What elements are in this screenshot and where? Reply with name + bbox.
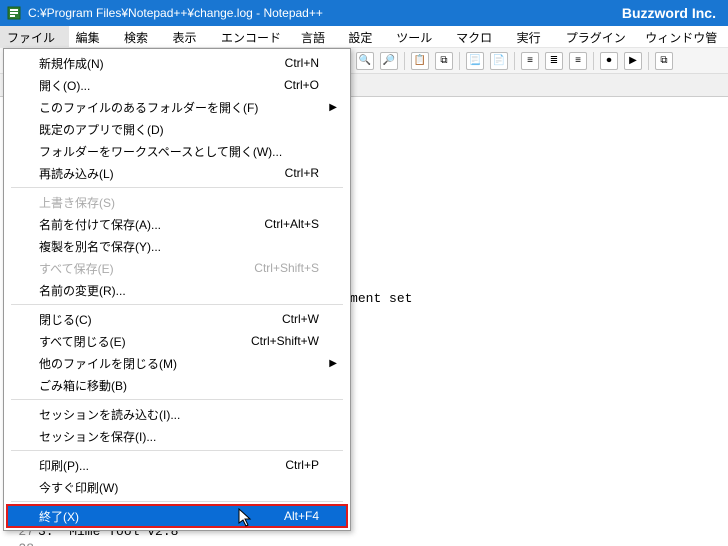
menu-entry[interactable]: セッションを読み込む(I)... <box>7 403 347 425</box>
menu-entry-label: 印刷(P)... <box>39 457 285 474</box>
menu-entry[interactable]: 他のファイルを閉じる(M) ▶ <box>7 352 347 374</box>
menu-entry-label: フォルダーをワークスペースとして開く(W)... <box>39 143 319 160</box>
menu-entry[interactable]: ごみ箱に移動(B) <box>7 374 347 396</box>
menu-entry-label: 開く(O)... <box>39 77 284 94</box>
menu-entry[interactable]: 開く(O)...Ctrl+O <box>7 74 347 96</box>
toolbar-button[interactable]: 🔍 <box>356 52 374 70</box>
chevron-right-icon: ▶ <box>329 102 337 113</box>
menu-entry-shortcut: Ctrl+Shift+S <box>254 261 319 275</box>
toolbar-separator <box>514 52 515 70</box>
menu-entry-label: 名前の変更(R)... <box>39 282 319 299</box>
menu-entry[interactable]: 再読み込み(L)Ctrl+R <box>7 162 347 184</box>
menu-entry-label: セッションを読み込む(I)... <box>39 406 319 423</box>
menu-entry[interactable]: 印刷(P)...Ctrl+P <box>7 454 347 476</box>
toolbar-button[interactable]: ≡ <box>521 52 539 70</box>
menu-entry-shortcut: Alt+F4 <box>284 509 319 523</box>
toolbar-button[interactable]: 🔎 <box>380 52 398 70</box>
menu-entry-shortcut: Ctrl+Shift+W <box>251 334 319 348</box>
menu-separator <box>11 187 343 188</box>
toolbar-separator <box>648 52 649 70</box>
menu-entry-label: 名前を付けて保存(A)... <box>39 216 264 233</box>
toolbar-separator <box>459 52 460 70</box>
menu-bar[interactable]: ファイル(F)編集(E)検索(S)表示(V)エンコード(N)言語(L)設定(T)… <box>0 26 728 48</box>
menu-item[interactable]: ファイル(F) <box>0 26 69 47</box>
menu-item[interactable]: 編集(E) <box>69 26 117 47</box>
menu-entry[interactable]: 今すぐ印刷(W) <box>7 476 347 498</box>
toolbar-button[interactable]: ≡ <box>569 52 587 70</box>
menu-entry-label: セッションを保存(I)... <box>39 428 319 445</box>
menu-entry[interactable]: すべて閉じる(E)Ctrl+Shift+W <box>7 330 347 352</box>
menu-entry-label: 今すぐ印刷(W) <box>39 479 319 496</box>
menu-entry[interactable]: フォルダーをワークスペースとして開く(W)... <box>7 140 347 162</box>
menu-entry[interactable]: 複製を別名で保存(Y)... <box>7 235 347 257</box>
menu-entry[interactable]: セッションを保存(I)... <box>7 425 347 447</box>
menu-entry[interactable]: 終了(X)Alt+F4 <box>7 505 347 527</box>
menu-item[interactable]: 設定(T) <box>341 26 389 47</box>
menu-entry-label: ごみ箱に移動(B) <box>39 377 319 394</box>
menu-entry-label: 新規作成(N) <box>39 55 285 72</box>
toolbar-button[interactable]: 📃 <box>466 52 484 70</box>
menu-item[interactable]: マクロ(M) <box>449 26 510 47</box>
chevron-right-icon: ▶ <box>329 358 337 369</box>
toolbar-button[interactable]: ⏺ <box>600 52 618 70</box>
menu-entry-label: 他のファイルを閉じる(M) <box>39 355 319 372</box>
menu-item[interactable]: プラグイン(P) <box>559 26 638 47</box>
menu-entry-label: 複製を別名で保存(Y)... <box>39 238 319 255</box>
menu-entry-label: 既定のアプリで開く(D) <box>39 121 319 138</box>
toolbar-separator <box>404 52 405 70</box>
menu-entry-shortcut: Ctrl+R <box>285 166 319 180</box>
toolbar-button[interactable]: 📋 <box>411 52 429 70</box>
menu-item[interactable]: 言語(L) <box>294 26 341 47</box>
menu-separator <box>11 501 343 502</box>
menu-separator <box>11 450 343 451</box>
menu-entry-shortcut: Ctrl+P <box>285 458 319 472</box>
menu-entry[interactable]: 既定のアプリで開く(D) <box>7 118 347 140</box>
file-menu-dropdown[interactable]: 新規作成(N)Ctrl+N開く(O)...Ctrl+Oこのファイルのあるフォルダ… <box>3 48 351 531</box>
menu-entry-label: 閉じる(C) <box>39 311 282 328</box>
menu-entry: 上書き保存(S) <box>7 191 347 213</box>
toolbar-button[interactable]: 📄 <box>490 52 508 70</box>
menu-item[interactable]: ウィンドウ管理( <box>638 26 728 47</box>
title-bar: C:¥Program Files¥Notepad++¥change.log - … <box>0 0 728 26</box>
menu-separator <box>11 399 343 400</box>
menu-entry[interactable]: このファイルのあるフォルダーを開く(F) ▶ <box>7 96 347 118</box>
brand-label: Buzzword Inc. <box>622 5 722 21</box>
menu-entry-label: このファイルのあるフォルダーを開く(F) <box>39 99 319 116</box>
toolbar-button[interactable]: ⧉ <box>655 52 673 70</box>
menu-item[interactable]: 表示(V) <box>166 26 214 47</box>
menu-entry: すべて保存(E)Ctrl+Shift+S <box>7 257 347 279</box>
menu-item[interactable]: 実行(R) <box>510 26 559 47</box>
menu-entry-shortcut: Ctrl+Alt+S <box>264 217 319 231</box>
toolbar-button[interactable]: ≣ <box>545 52 563 70</box>
toolbar-button[interactable]: ▶ <box>624 52 642 70</box>
menu-separator <box>11 304 343 305</box>
menu-entry-shortcut: Ctrl+N <box>285 56 319 70</box>
mouse-cursor <box>238 508 256 528</box>
menu-entry[interactable]: 名前を付けて保存(A)...Ctrl+Alt+S <box>7 213 347 235</box>
menu-entry[interactable]: 新規作成(N)Ctrl+N <box>7 52 347 74</box>
menu-entry-label: 再読み込み(L) <box>39 165 285 182</box>
window-title: C:¥Program Files¥Notepad++¥change.log - … <box>28 6 622 20</box>
menu-item[interactable]: ツール(O) <box>389 26 449 47</box>
menu-entry-label: すべて保存(E) <box>39 260 254 277</box>
menu-entry-label: すべて閉じる(E) <box>39 333 251 350</box>
menu-entry-shortcut: Ctrl+W <box>282 312 319 326</box>
menu-entry-label: 上書き保存(S) <box>39 194 319 211</box>
toolbar-button[interactable]: ⧉ <box>435 52 453 70</box>
menu-item[interactable]: エンコード(N) <box>214 26 294 47</box>
menu-item[interactable]: 検索(S) <box>117 26 165 47</box>
menu-entry[interactable]: 名前の変更(R)... <box>7 279 347 301</box>
menu-entry[interactable]: 閉じる(C)Ctrl+W <box>7 308 347 330</box>
menu-entry-shortcut: Ctrl+O <box>284 78 319 92</box>
toolbar-separator <box>593 52 594 70</box>
app-icon <box>6 5 22 21</box>
